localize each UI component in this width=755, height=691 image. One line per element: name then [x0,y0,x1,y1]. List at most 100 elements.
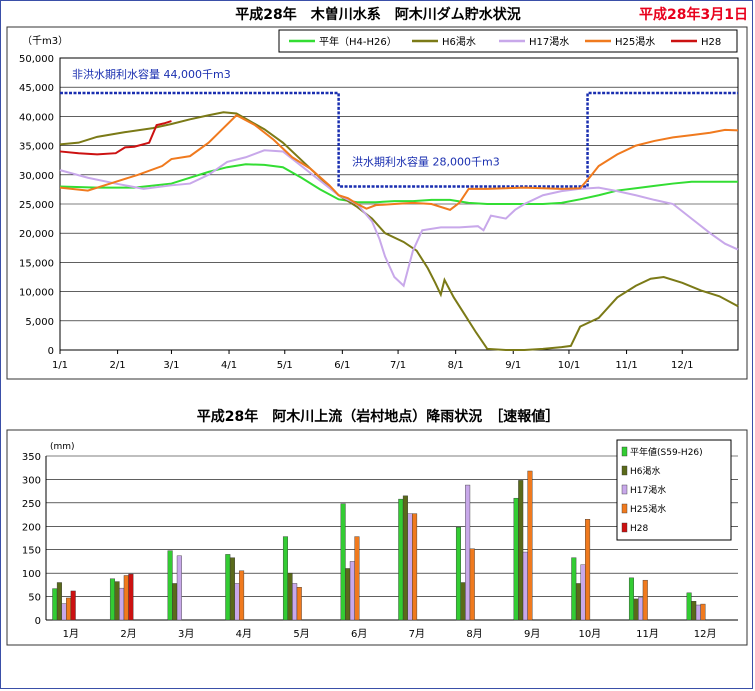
bar [234,583,240,621]
x-tick-label: 4/1 [221,360,237,371]
x-tick-label: 4月 [236,628,252,640]
bar [633,598,639,621]
legend-label: 平年値(S59-H26) [630,446,703,458]
bar [460,582,466,621]
bar [638,597,644,621]
bar [695,604,701,621]
x-tick-label: 3月 [178,628,194,640]
bar [575,583,581,621]
bar [518,480,524,621]
y-tick-label: 50,000 [19,54,54,65]
bar [691,601,697,621]
y-tick-label: 5,000 [25,317,54,328]
x-tick-label: 11月 [636,628,659,640]
bar [296,587,302,621]
x-tick-label: 6/1 [334,360,350,371]
legend-label: H28 [701,37,721,48]
bar [119,587,125,621]
x-tick-label: 9月 [524,628,540,640]
legend-label: 平年（H4-H26） [319,35,397,48]
y-tick-label: 250 [22,499,41,510]
bar [176,555,182,621]
legend-swatch [621,465,628,476]
y-tick-label: 150 [22,546,41,557]
bar [239,570,245,621]
bar [527,470,533,621]
y-tick-label: 350 [22,452,41,463]
x-tick-label: 3/1 [163,360,179,371]
y-tick-label: 20,000 [19,229,54,240]
bar [628,577,634,621]
bar [229,557,235,621]
legend-label: H28 [630,524,648,534]
x-tick-label: 7月 [409,628,425,640]
bar [345,568,351,621]
y-tick-label: 25,000 [19,200,54,211]
y-tick-label: 300 [22,475,41,486]
bar [513,497,519,621]
x-tick-label: 1/1 [52,360,68,371]
bar [412,513,418,621]
x-tick-label: 1月 [63,628,79,640]
bar [61,603,67,621]
bar [469,548,475,621]
bar [407,513,413,621]
x-tick-label: 2月 [120,628,136,640]
bar [402,495,408,621]
bar [109,578,115,621]
bar [571,557,577,621]
page-title: 平成28年 木曽川水系 阿木川ダム貯水状況 [235,6,520,23]
bar [585,519,591,621]
legend-label: H6渇水 [630,465,661,477]
legend-label: H17渇水 [630,484,666,496]
x-tick-label: 11/1 [615,360,637,371]
storage-chart: 0 5,000 10,000 15,000 20,000 25,000 30,000 35,0… [19,29,739,371]
legend-label: H25渇水 [615,36,655,48]
y-tick-label: 0 [35,616,41,627]
y-axis-label: (mm) [50,442,75,452]
legend-swatch [621,522,628,533]
x-tick-label: 10/1 [558,360,580,371]
bar [354,536,360,621]
y-tick-label: 10,000 [19,288,54,299]
x-tick-label: 6月 [351,628,367,640]
bar [700,603,706,621]
bar [349,561,355,621]
y-tick-label: 0 [48,346,54,357]
non-flood-capacity-label: 非洪水期利水容量 44,000千m3 [72,67,231,81]
legend-label: H6渇水 [442,36,476,48]
bar [287,572,293,621]
y-tick-label: 50 [28,593,41,604]
x-tick-label: 9/1 [505,360,521,371]
y-tick-label: 45,000 [19,83,54,94]
legend-swatch [621,446,628,457]
x-tick-label: 2/1 [110,360,126,371]
bar [114,581,120,621]
y-tick-label: 200 [22,522,41,533]
x-tick-label: 8月 [466,628,482,640]
bar [123,575,129,621]
bar [522,551,528,621]
x-tick-label: 7/1 [390,360,406,371]
report-date: 平成28年3月1日 [639,6,748,23]
y-tick-label: 100 [22,569,41,580]
bar [172,583,178,621]
bar [282,536,288,621]
bar [225,554,231,621]
x-tick-label: 12/1 [671,360,693,371]
legend-label: H17渇水 [529,36,569,48]
bar [56,582,62,621]
legend-swatch [621,503,628,514]
y-axis-label: （千m3） [22,35,68,47]
bar [455,527,461,621]
bar [686,592,692,621]
bar [465,484,471,621]
bar [642,579,648,621]
bar [70,590,76,621]
x-tick-label: 5/1 [277,360,293,371]
bar [52,588,58,621]
y-tick-label: 15,000 [19,258,54,269]
bar [128,573,134,621]
x-tick-label: 8/1 [448,360,464,371]
legend-swatch [621,484,628,495]
